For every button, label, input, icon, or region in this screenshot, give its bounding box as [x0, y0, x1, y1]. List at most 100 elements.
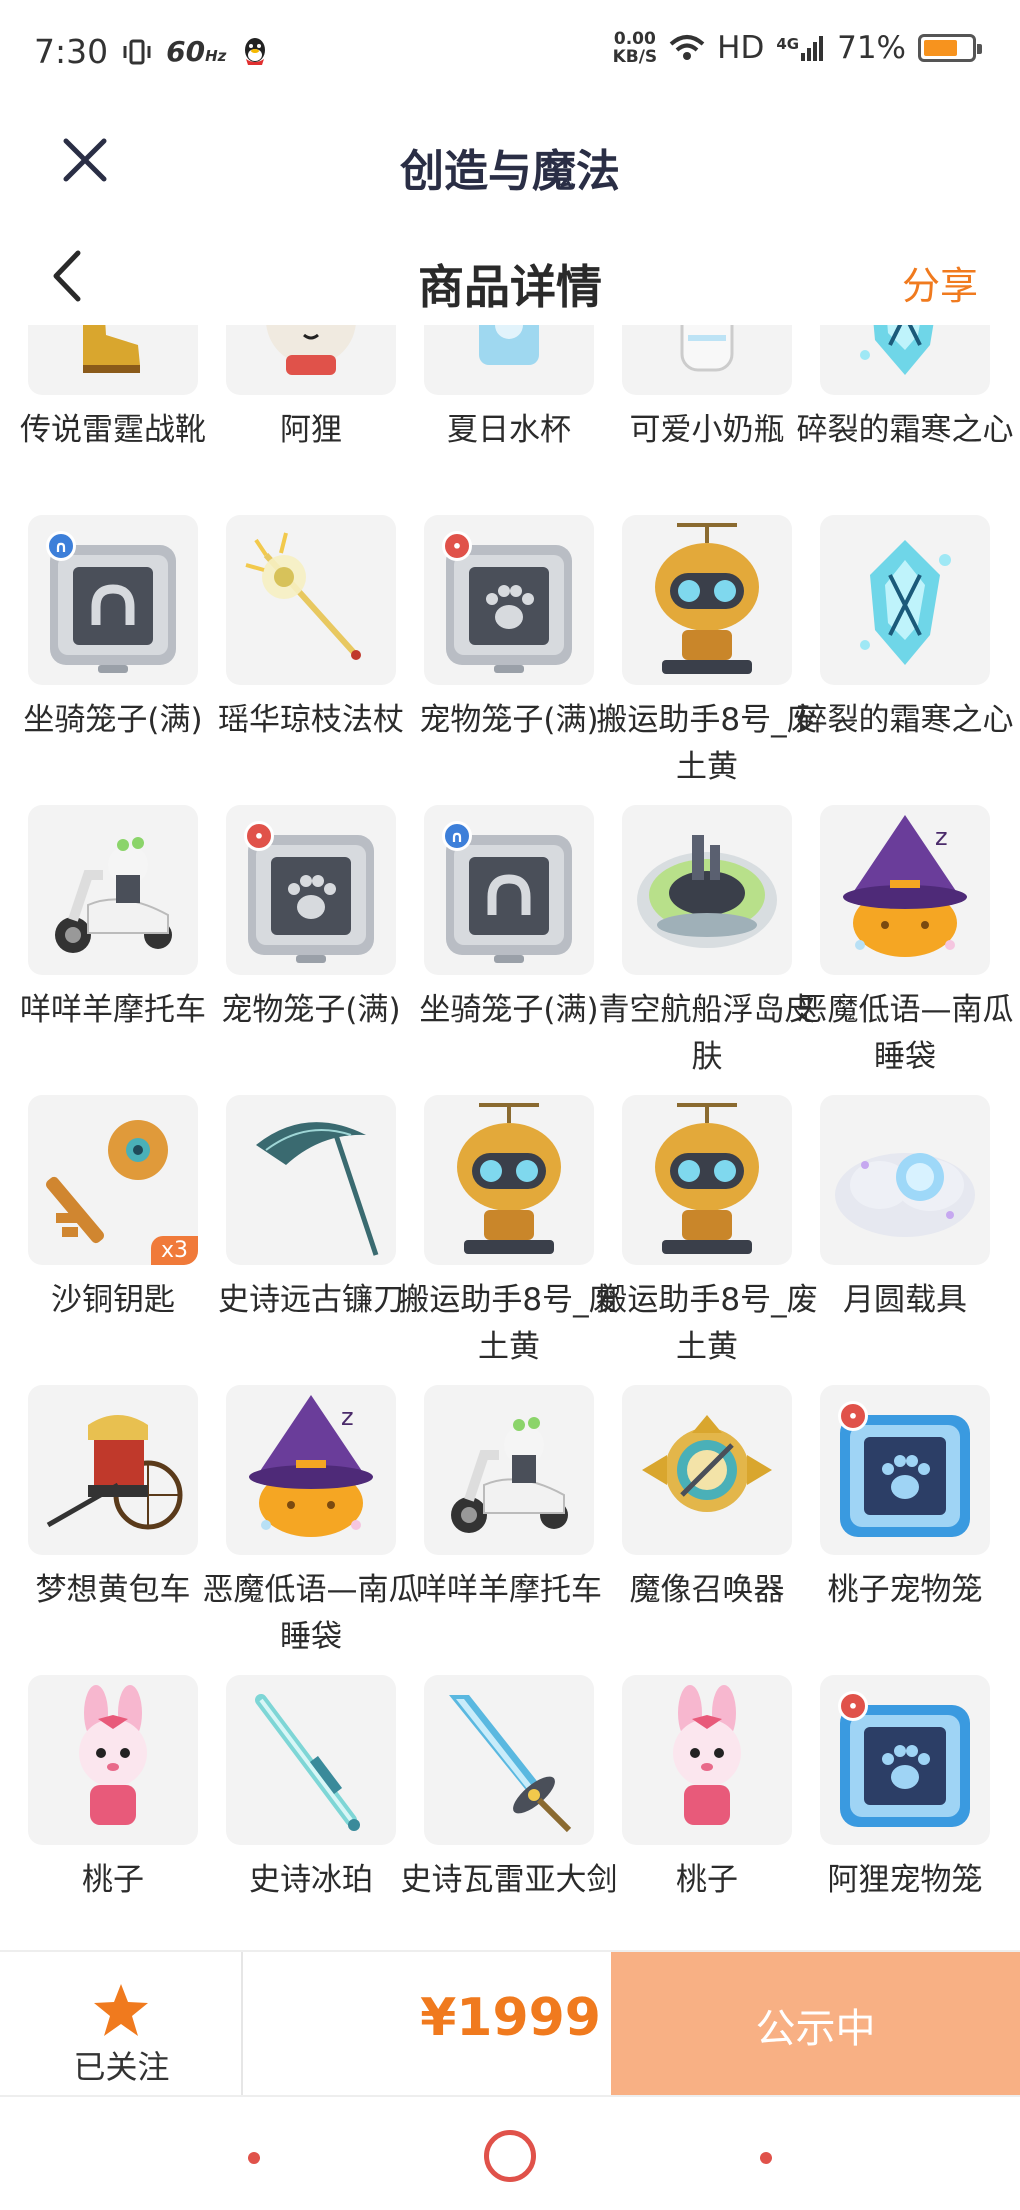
item-name: 阿狸 — [280, 412, 342, 448]
item-image — [622, 805, 792, 975]
item-image: z — [820, 805, 990, 975]
item-card[interactable]: 青空航船浮岛皮肤 — [594, 805, 816, 1095]
item-card[interactable]: x3 沙铜钥匙 — [0, 1095, 198, 1385]
scooter-icon — [55, 837, 172, 953]
ice-sword-icon — [255, 1694, 360, 1831]
item-name: 宠物笼子(满) — [419, 702, 599, 738]
item-name: 瑶华琼枝法杖 — [218, 702, 404, 738]
item-card[interactable]: 瑶华琼枝法杖 — [198, 515, 404, 805]
boots-icon — [83, 325, 140, 373]
item-image: ∩ — [28, 515, 198, 685]
item-grid[interactable]: 传说雷霆战靴 阿狸 夏日水杯 可爱小奶瓶 碎裂的霜寒之心 ∩ 坐骑笼子(满) 瑶华琼枝法杖 • 宠… — [0, 325, 1020, 1950]
item-card[interactable]: 可爱小奶瓶 — [594, 325, 792, 515]
item-card[interactable]: ∩ 坐骑笼子(满) — [0, 515, 203, 805]
item-image — [226, 515, 396, 685]
item-card[interactable]: 传说雷霆战靴 — [0, 325, 206, 515]
signal-icon — [801, 36, 824, 61]
item-name: 恶魔低语—南瓜睡袋 — [796, 992, 1014, 1075]
price: ¥1999 — [420, 1988, 601, 2048]
item-name: 碎裂的霜寒之心 — [796, 412, 1014, 448]
item-image — [226, 1675, 396, 1845]
item-image — [622, 1675, 792, 1845]
staff-icon — [245, 532, 361, 660]
page-title: 商品详情 — [418, 260, 602, 314]
clock: 7:30 — [34, 32, 109, 71]
item-card[interactable]: • 桃子宠物笼 — [792, 1385, 990, 1675]
item-card[interactable]: z 恶魔低语—南瓜睡袋 — [792, 805, 1014, 1095]
item-card[interactable]: • 宠物笼子(满) — [198, 805, 401, 1095]
app-title: 创造与魔法 — [400, 146, 620, 197]
item-image: • — [424, 515, 594, 685]
publicity-status-button[interactable]: 公示中 — [611, 1952, 1020, 2097]
item-card[interactable]: 史诗远古镰刀 — [198, 1095, 404, 1385]
mount-badge-icon: ∩ — [442, 821, 472, 851]
app-title-bar: 创造与魔法 — [0, 105, 1020, 225]
bunny-icon — [79, 1685, 147, 1825]
network-type: 4G — [776, 35, 825, 61]
greatsword-icon — [449, 1695, 572, 1833]
refresh-rate: 60Hz — [166, 35, 227, 68]
item-card[interactable]: 月圆载具 — [792, 1095, 990, 1385]
item-card[interactable]: 夏日水杯 — [396, 325, 594, 515]
bottle-icon — [680, 325, 734, 372]
item-card[interactable]: 搬运助手8号_废土黄 — [594, 515, 818, 805]
item-name: 可爱小奶瓶 — [629, 412, 785, 448]
status-left: 7:30 60Hz — [34, 32, 270, 71]
item-image — [622, 1095, 792, 1265]
item-card[interactable]: 史诗瓦雷亚大剑 — [396, 1675, 618, 1950]
item-name: 魔像召唤器 — [629, 1572, 785, 1608]
item-image — [820, 325, 990, 395]
item-card[interactable]: z 恶魔低语—南瓜睡袋 — [198, 1385, 420, 1675]
fox-icon — [266, 325, 356, 375]
item-card[interactable]: 搬运助手8号_废土黄 — [396, 1095, 620, 1385]
item-card[interactable]: 魔像召唤器 — [594, 1385, 792, 1675]
moon-cloud-icon — [835, 1153, 975, 1237]
item-image — [424, 325, 594, 395]
item-name: 搬运助手8号_废土黄 — [398, 1282, 620, 1365]
item-card[interactable]: • 阿狸宠物笼 — [792, 1675, 990, 1950]
scythe-icon — [256, 1122, 379, 1256]
pet-badge-icon: • — [838, 1691, 868, 1721]
quantity-badge: x3 — [150, 1236, 198, 1265]
item-name: 桃子 — [82, 1862, 144, 1898]
net-speed: 0.00 KB/S — [612, 29, 658, 67]
item-card[interactable]: 桃子 — [594, 1675, 792, 1950]
item-image — [28, 1385, 198, 1555]
item-image: ∩ — [424, 805, 594, 975]
vibrate-icon — [123, 39, 151, 64]
item-name: 坐骑笼子(满) — [419, 992, 599, 1028]
item-card[interactable]: 桃子 — [0, 1675, 198, 1950]
back-nav-button[interactable] — [760, 2152, 772, 2164]
wifi-icon — [669, 35, 705, 60]
follow-button[interactable]: 已关注 — [0, 1952, 243, 2097]
item-image — [820, 1095, 990, 1265]
mount-badge-icon: ∩ — [46, 531, 76, 561]
item-name: 月圆载具 — [843, 1282, 967, 1318]
item-name: 夏日水杯 — [447, 412, 571, 448]
item-image: x3 — [28, 1095, 198, 1265]
share-button[interactable]: 分享 — [902, 255, 978, 310]
menu-nav-button[interactable] — [248, 2152, 260, 2164]
item-card[interactable]: 搬运助手8号_废土黄 — [594, 1095, 818, 1385]
frost-heart-icon — [860, 325, 934, 375]
item-image — [226, 1095, 396, 1265]
star-icon — [94, 1984, 148, 2036]
item-card[interactable]: 咩咩羊摩托车 — [396, 1385, 602, 1675]
home-nav-button[interactable] — [484, 2130, 536, 2182]
item-card[interactable]: 咩咩羊摩托车 — [0, 805, 206, 1095]
item-card[interactable]: 碎裂的霜寒之心 — [792, 515, 1014, 805]
battery-percent: 71% — [837, 30, 906, 66]
item-card[interactable]: • 宠物笼子(满) — [396, 515, 599, 805]
robot-icon — [457, 1103, 561, 1254]
item-card[interactable]: 碎裂的霜寒之心 — [792, 325, 1014, 515]
item-name: 传说雷霆战靴 — [20, 412, 206, 448]
item-card[interactable]: 梦想黄包车 — [0, 1385, 198, 1675]
item-name: 青空航船浮岛皮肤 — [598, 992, 816, 1075]
item-image — [820, 515, 990, 685]
svg-text:z: z — [341, 1403, 354, 1431]
item-card[interactable]: 史诗冰珀 — [198, 1675, 396, 1950]
cup-icon — [479, 325, 539, 365]
item-card[interactable]: 阿狸 — [198, 325, 396, 515]
item-card[interactable]: ∩ 坐骑笼子(满) — [396, 805, 599, 1095]
item-name: 阿狸宠物笼 — [827, 1862, 983, 1898]
